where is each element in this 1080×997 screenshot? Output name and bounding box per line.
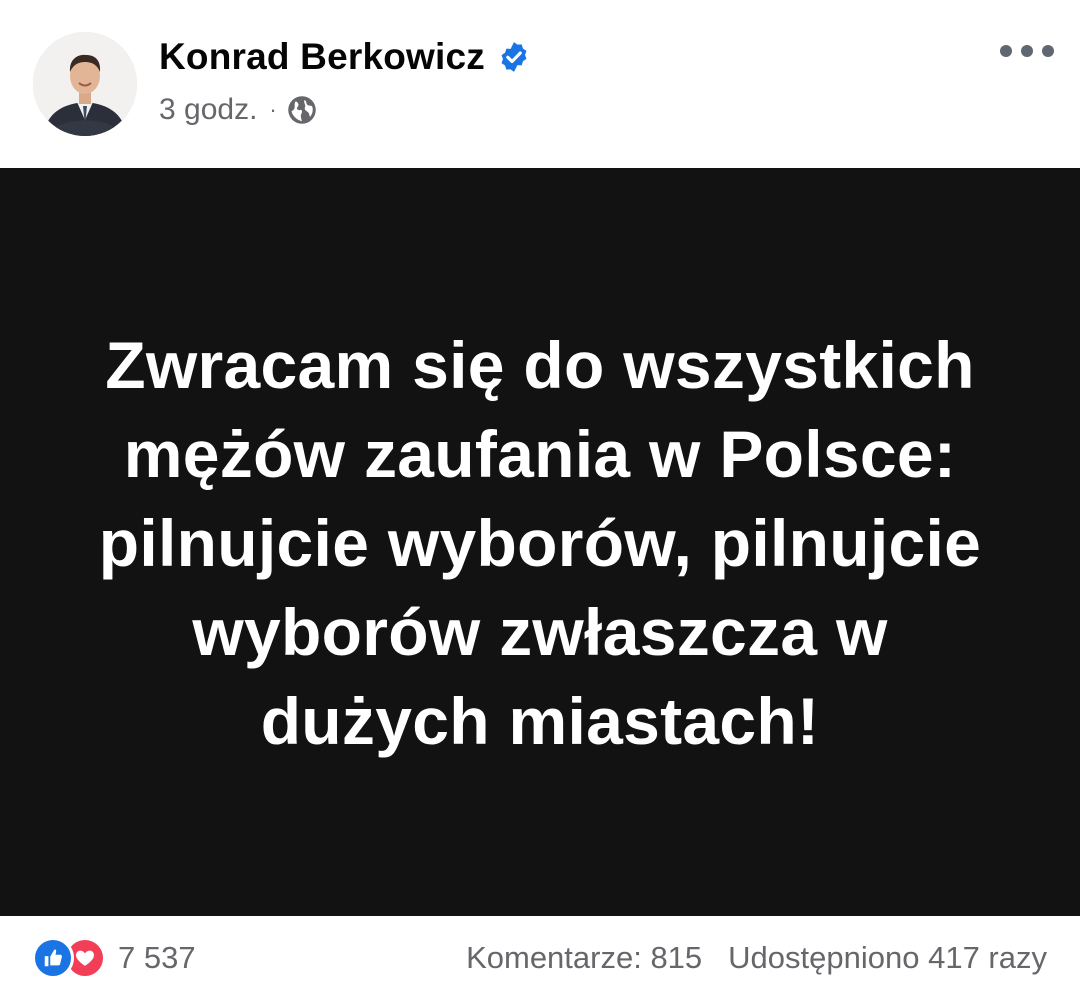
- post-footer: 7 537 Komentarze: 815 Udostępniono 417 r…: [0, 916, 1080, 997]
- author-name[interactable]: Konrad Berkowicz: [159, 36, 485, 78]
- verified-badge-icon: [497, 40, 531, 74]
- more-options-dot: [1021, 45, 1033, 57]
- post-text-line: pilnujcie wyborów, pilnujcie: [98, 505, 982, 580]
- post-image[interactable]: Zwracam się do wszystkich mężów zaufania…: [0, 168, 1080, 916]
- engagement-stats: Komentarze: 815 Udostępniono 417 razy: [466, 936, 1047, 980]
- more-options-dot: [1042, 45, 1054, 57]
- more-options-icon[interactable]: [1000, 36, 1054, 66]
- post-image-text: Zwracam się do wszystkich mężów zaufania…: [50, 321, 1030, 766]
- avatar-photo: [33, 32, 137, 136]
- post-text-line: Zwracam się do wszystkich: [105, 327, 975, 402]
- post-text-line: wyborów zwłaszcza w: [192, 594, 888, 669]
- post-timestamp[interactable]: 3 godz.: [159, 93, 257, 127]
- post-meta: 3 godz. ·: [159, 90, 317, 130]
- reaction-count: 7 537: [118, 940, 196, 975]
- comments-count-link[interactable]: Komentarze: 815: [466, 940, 702, 976]
- like-icon: [32, 937, 74, 979]
- globe-icon[interactable]: [287, 95, 317, 125]
- post-text-line: mężów zaufania w Polsce:: [123, 416, 957, 491]
- reactions-summary[interactable]: 7 537: [32, 936, 196, 980]
- author-row: Konrad Berkowicz: [159, 32, 531, 82]
- facebook-post: Konrad Berkowicz 3 godz. · Zwracam się d…: [0, 0, 1080, 997]
- meta-separator: ·: [269, 97, 277, 122]
- shares-count-link[interactable]: Udostępniono 417 razy: [728, 940, 1047, 976]
- post-header: Konrad Berkowicz 3 godz. ·: [0, 0, 1080, 168]
- post-text-line: dużych miastach!: [260, 683, 820, 758]
- author-avatar[interactable]: [33, 32, 137, 136]
- more-options-dot: [1000, 45, 1012, 57]
